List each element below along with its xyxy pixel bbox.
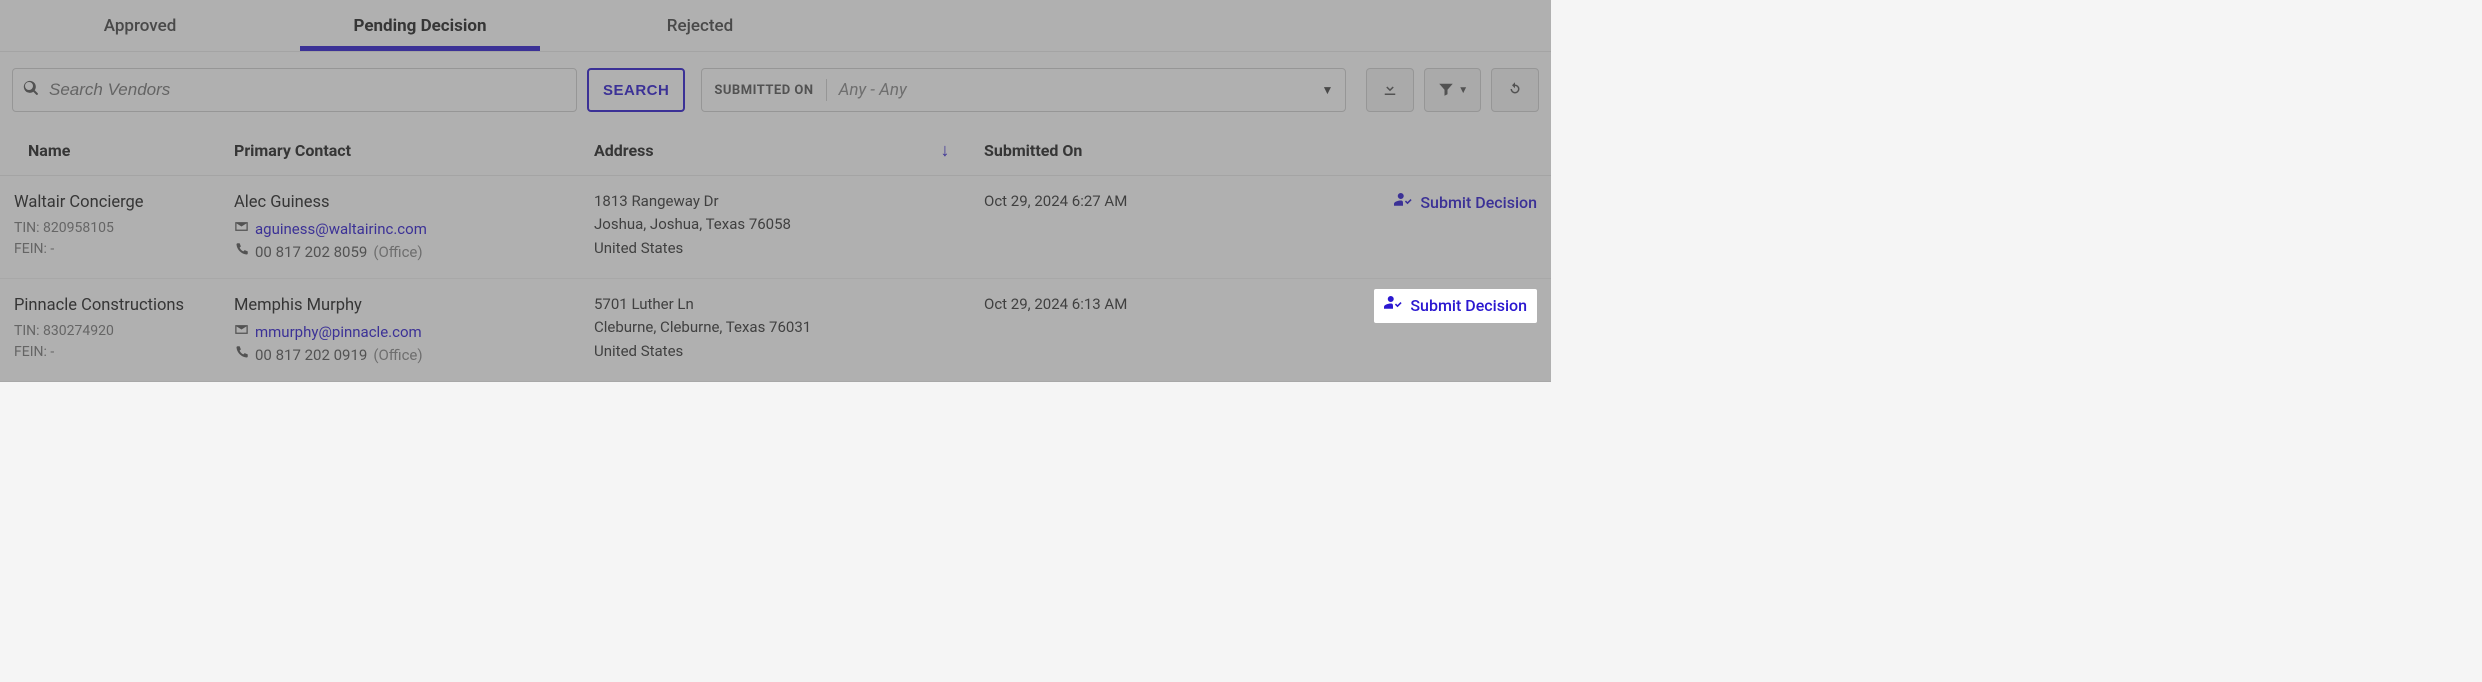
tabs-bar: Approved Pending Decision Rejected [0,0,1551,52]
contact-email-row: aguiness@waltairinc.com [234,218,566,241]
address-cell: 1813 Rangeway Dr Joshua, Joshua, Texas 7… [580,176,920,279]
action-cell: Submit Decision [1230,279,1551,382]
tab-label: Rejected [667,16,733,36]
search-wrap[interactable] [12,68,577,112]
chevron-down-icon: ▼ [1458,85,1468,96]
download-button[interactable] [1366,68,1414,112]
address-line: Cleburne, Cleburne, Texas 76031 [594,316,906,339]
table-row[interactable]: Waltair Concierge TIN: 820958105 FEIN: -… [0,176,1551,279]
column-header-primary-contact[interactable]: Primary Contact [220,126,580,176]
table-row[interactable]: Pinnacle Constructions TIN: 830274920 FE… [0,279,1551,382]
vendors-table: Name Primary Contact Address ↓ Submitted… [0,126,1551,382]
contact-email-link[interactable]: mmurphy@pinnacle.com [255,321,422,344]
column-header-name[interactable]: Name [0,126,220,176]
contact-phone-row: 00 817 202 0919 (Office) [234,344,566,367]
phone-icon [234,344,249,367]
search-button[interactable]: SEARCH [587,68,685,112]
column-header-submitted-on[interactable]: Submitted On [970,126,1230,176]
envelope-icon [234,321,249,344]
vendor-fein: FEIN: - [14,239,206,261]
vendor-tin: TIN: 830274920 [14,321,206,343]
contact-cell: Alec Guiness aguiness@waltairinc.com 00 … [220,176,580,279]
address-cell: 5701 Luther Ln Cleburne, Cleburne, Texas… [580,279,920,382]
column-header-actions [1230,126,1551,176]
highlighted-submit-decision: Submit Decision [1374,289,1537,323]
contact-phone-suffix: (Office) [373,344,422,367]
submit-decision-link[interactable]: Submit Decision [1384,293,1527,319]
tab-rejected[interactable]: Rejected [560,0,840,51]
contact-email-link[interactable]: aguiness@waltairinc.com [255,218,427,241]
contact-cell: Memphis Murphy mmurphy@pinnacle.com 00 8… [220,279,580,382]
phone-icon [234,241,249,264]
toolbar: SEARCH SUBMITTED ON Any - Any ▼ ▼ [0,52,1551,126]
search-input[interactable] [47,79,566,101]
contact-phone-suffix: (Office) [373,241,422,264]
submitted-on-filter[interactable]: SUBMITTED ON Any - Any ▼ [701,68,1346,112]
submitted-on-label: SUBMITTED ON [714,83,813,98]
search-icon [23,80,39,101]
submit-decision-label: Submit Decision [1420,191,1537,216]
tab-pending-decision[interactable]: Pending Decision [280,0,560,51]
refresh-button[interactable] [1491,68,1539,112]
contact-phone: 00 817 202 8059 [255,241,367,264]
sort-spacer-cell [920,279,970,382]
sort-arrow-down-icon: ↓ [941,140,950,161]
column-header-address[interactable]: Address [580,126,920,176]
sort-spacer-cell [920,176,970,279]
contact-name: Memphis Murphy [234,293,566,319]
vendor-name: Pinnacle Constructions [14,293,206,319]
address-line: 5701 Luther Ln [594,293,906,316]
address-line: 1813 Rangeway Dr [594,190,906,213]
name-cell: Waltair Concierge TIN: 820958105 FEIN: - [0,176,220,279]
tab-label: Pending Decision [353,16,486,36]
column-sort-indicator[interactable]: ↓ [920,126,970,176]
tab-approved[interactable]: Approved [0,0,280,51]
contact-email-row: mmurphy@pinnacle.com [234,321,566,344]
table-header-row: Name Primary Contact Address ↓ Submitted… [0,126,1551,176]
user-check-icon [1384,293,1402,319]
chevron-down-icon: ▼ [1321,83,1333,97]
submit-decision-label: Submit Decision [1410,294,1527,319]
contact-phone: 00 817 202 0919 [255,344,367,367]
address-line: United States [594,340,906,363]
submit-decision-link[interactable]: Submit Decision [1394,190,1537,216]
submitted-on-cell: Oct 29, 2024 6:13 AM [970,279,1230,382]
vendor-name: Waltair Concierge [14,190,206,216]
divider [826,79,827,101]
action-cell: Submit Decision [1230,176,1551,279]
contact-phone-row: 00 817 202 8059 (Office) [234,241,566,264]
filter-button[interactable]: ▼ [1424,68,1481,112]
address-line: Joshua, Joshua, Texas 76058 [594,213,906,236]
vendor-tin: TIN: 820958105 [14,218,206,240]
address-line: United States [594,237,906,260]
refresh-icon [1506,80,1524,101]
name-cell: Pinnacle Constructions TIN: 830274920 FE… [0,279,220,382]
vendor-fein: FEIN: - [14,342,206,364]
envelope-icon [234,218,249,241]
user-check-icon [1394,190,1412,216]
filter-icon [1437,80,1455,101]
vendors-page: Approved Pending Decision Rejected SEARC… [0,0,1551,382]
tab-label: Approved [104,16,177,36]
submitted-on-value: Any - Any [839,80,1322,100]
contact-name: Alec Guiness [234,190,566,216]
submitted-on-cell: Oct 29, 2024 6:27 AM [970,176,1230,279]
download-icon [1381,80,1399,101]
